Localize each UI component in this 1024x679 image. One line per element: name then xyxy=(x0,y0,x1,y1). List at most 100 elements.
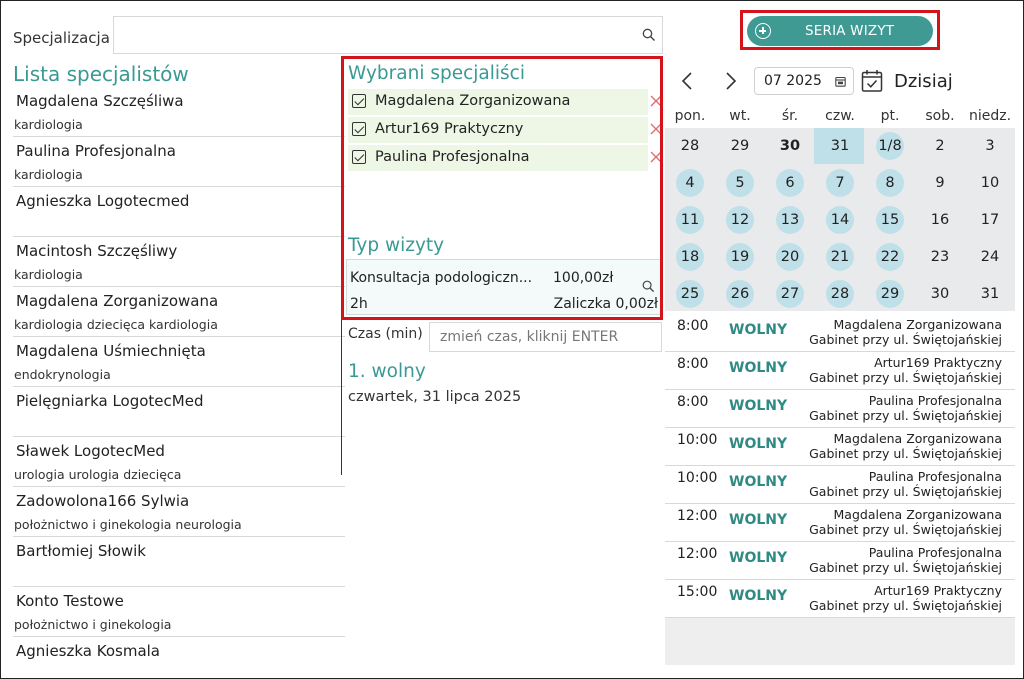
chevron-left-icon[interactable] xyxy=(679,71,697,91)
free-slot-date: czwartek, 31 lipca 2025 xyxy=(348,389,522,405)
calendar-day[interactable]: 23 xyxy=(927,244,953,270)
slot-doctor: Magdalena Zorganizowana xyxy=(833,431,1003,446)
search-icon[interactable] xyxy=(642,28,656,42)
calendar-day-available[interactable]: 18 xyxy=(676,243,704,271)
calendar-day[interactable]: 16 xyxy=(927,207,953,233)
slot-status: WOLNY xyxy=(729,436,788,452)
calendar-day[interactable]: 17 xyxy=(977,207,1003,233)
weekday-label: wt. xyxy=(729,108,751,124)
weekday-label: śr. xyxy=(781,108,799,124)
time-input[interactable]: zmień czas, kliknij ENTER xyxy=(429,322,662,352)
calendar-day-available[interactable]: 15 xyxy=(876,206,904,234)
specialist-list-item[interactable]: Zadowolona166 Sylwia położnictwo i gineko… xyxy=(13,487,345,537)
slot-location: Gabinet przy ul. Świętojańskiej xyxy=(809,598,1002,613)
slot-time: 10:00 xyxy=(677,432,718,448)
slot-doctor: Magdalena Zorganizowana xyxy=(833,507,1003,522)
calendar-day-available[interactable]: 14 xyxy=(826,206,854,234)
free-slot-row[interactable]: 8:00 WOLNY Artur169 Praktyczny Gabinet przy… xyxy=(665,352,1015,390)
calendar-day-available[interactable]: 4 xyxy=(676,169,704,197)
slot-doctor: Paulina Profesjonalna xyxy=(868,393,1002,408)
free-slots-list: 8:00 WOLNY Magdalena Zorganizowana Gabinet … xyxy=(665,314,1015,618)
weekday-label: pt. xyxy=(880,108,900,124)
specialists-list-title: Lista specjalistów xyxy=(13,62,189,86)
slot-time: 10:00 xyxy=(677,470,718,486)
calendar-day[interactable]: 31 xyxy=(827,133,853,159)
calendar-day[interactable]: 31 xyxy=(977,281,1003,307)
free-slot-row[interactable]: 12:00 WOLNY Magdalena Zorganizowana Gabinet… xyxy=(665,504,1015,542)
calendar-day-available[interactable]: 13 xyxy=(776,206,804,234)
calendar-check-icon[interactable] xyxy=(861,69,883,93)
free-slot-row[interactable]: 15:00 WOLNY Artur169 Praktyczny Gabinet prz… xyxy=(665,580,1015,618)
specialist-list-item[interactable]: Pielęgniarka LogotecMed xyxy=(13,387,345,437)
slot-location: Gabinet przy ul. Świętojańskiej xyxy=(809,484,1002,499)
calendar-day-available[interactable]: 26 xyxy=(726,280,754,308)
month-picker[interactable]: 07 2025 xyxy=(754,67,854,95)
calendar-day-available[interactable]: 25 xyxy=(676,280,704,308)
specialist-list-item[interactable]: Sławek LogotecMed urologia urologia dziec… xyxy=(13,437,345,487)
specialist-list-item[interactable]: Macintosh Szczęśliwy kardiologia xyxy=(13,237,345,287)
calendar-day-available[interactable]: 7 xyxy=(826,169,854,197)
slot-status: WOLNY xyxy=(729,360,788,376)
free-slot-title: 1. wolny xyxy=(348,361,426,382)
today-button[interactable]: Dzisiaj xyxy=(894,71,953,92)
calendar-day-available[interactable]: 12 xyxy=(726,206,754,234)
specialist-name: Pielęgniarka LogotecMed xyxy=(16,392,204,410)
slot-doctor: Magdalena Zorganizowana xyxy=(833,317,1003,332)
chevron-right-icon[interactable] xyxy=(721,71,739,91)
slot-status: WOLNY xyxy=(729,398,788,414)
specialist-name: Bartłomiej Słowik xyxy=(16,542,146,560)
calendar-day[interactable]: 9 xyxy=(927,170,953,196)
calendar-day-available[interactable]: 21 xyxy=(826,243,854,271)
specialization-search-input[interactable] xyxy=(113,16,663,54)
specialist-specialization: kardiologia xyxy=(14,167,83,182)
slot-location: Gabinet przy ul. Świętojańskiej xyxy=(809,332,1002,347)
calendar-day-available[interactable]: 29 xyxy=(876,280,904,308)
calendar-day-available[interactable]: 5 xyxy=(726,169,754,197)
free-slot-row[interactable]: 8:00 WOLNY Paulina Profesjonalna Gabinet pr… xyxy=(665,390,1015,428)
specialist-list-item[interactable]: Agnieszka Logotecmed xyxy=(13,187,345,237)
slot-status: WOLNY xyxy=(729,550,788,566)
specialist-list-item[interactable]: Bartłomiej Słowik xyxy=(13,537,345,587)
specialist-list-item[interactable]: Magdalena Uśmiechnięta endokrynologia xyxy=(13,337,345,387)
specialist-name: Sławek LogotecMed xyxy=(16,442,165,460)
calendar-day[interactable]: 29 xyxy=(727,133,753,159)
calendar-day-available[interactable]: 11 xyxy=(676,206,704,234)
calendar-day[interactable]: 3 xyxy=(977,133,1003,159)
calendar-day-available[interactable]: 6 xyxy=(776,169,804,197)
free-slot-row[interactable]: 10:00 WOLNY Magdalena Zorganizowana Gabinet… xyxy=(665,428,1015,466)
month-value: 07 2025 xyxy=(764,73,822,89)
specialist-name: Konto Testowe xyxy=(16,592,124,610)
calendar-day[interactable]: 30 xyxy=(927,281,953,307)
specialist-name: Magdalena Szczęśliwa xyxy=(16,92,184,110)
calendar-day[interactable]: 28 xyxy=(677,133,703,159)
specialist-name: Magdalena Uśmiechnięta xyxy=(16,342,206,360)
calendar-day[interactable]: 24 xyxy=(977,244,1003,270)
free-slot-row[interactable]: 8:00 WOLNY Magdalena Zorganizowana Gabinet … xyxy=(665,314,1015,352)
time-label: Czas (min) xyxy=(348,326,423,342)
calendar-day[interactable]: 30 xyxy=(777,133,803,159)
calendar-day[interactable]: 10 xyxy=(977,170,1003,196)
selected-specialists-highlight xyxy=(341,56,663,320)
specialist-list-item[interactable]: Konto Testowe położnictwo i ginekologia xyxy=(13,587,345,637)
series-button-highlight xyxy=(740,10,940,50)
calendar-day-available[interactable]: 27 xyxy=(776,280,804,308)
specialist-list-item[interactable]: Agnieszka Kosmala xyxy=(13,637,345,678)
slot-time: 15:00 xyxy=(677,584,718,600)
weekday-label: sob. xyxy=(925,108,955,124)
calendar-day-available[interactable]: 19 xyxy=(726,243,754,271)
specialist-name: Macintosh Szczęśliwy xyxy=(16,242,178,260)
free-slot-row[interactable]: 12:00 WOLNY Paulina Profesjonalna Gabinet p… xyxy=(665,542,1015,580)
calendar-day-available[interactable]: 22 xyxy=(876,243,904,271)
specialist-list-item[interactable]: Magdalena Zorganizowana kardiologia dziec… xyxy=(13,287,345,337)
specialist-name: Paulina Profesjonalna xyxy=(16,142,176,160)
calendar-day-available[interactable]: 1/8 xyxy=(876,132,904,160)
calendar-day-available[interactable]: 8 xyxy=(876,169,904,197)
calendar-day[interactable]: 2 xyxy=(927,133,953,159)
specialist-list-item[interactable]: Magdalena Szczęśliwa kardiologia xyxy=(13,87,345,137)
calendar-day-available[interactable]: 20 xyxy=(776,243,804,271)
specialist-list-item[interactable]: Paulina Profesjonalna kardiologia xyxy=(13,137,345,187)
specialization-label: Specjalizacja xyxy=(13,29,110,47)
free-slot-row[interactable]: 10:00 WOLNY Paulina Profesjonalna Gabinet p… xyxy=(665,466,1015,504)
app-window: Specjalizacja Lista specjalistów Magdale… xyxy=(0,0,1024,679)
calendar-day-available[interactable]: 28 xyxy=(826,280,854,308)
